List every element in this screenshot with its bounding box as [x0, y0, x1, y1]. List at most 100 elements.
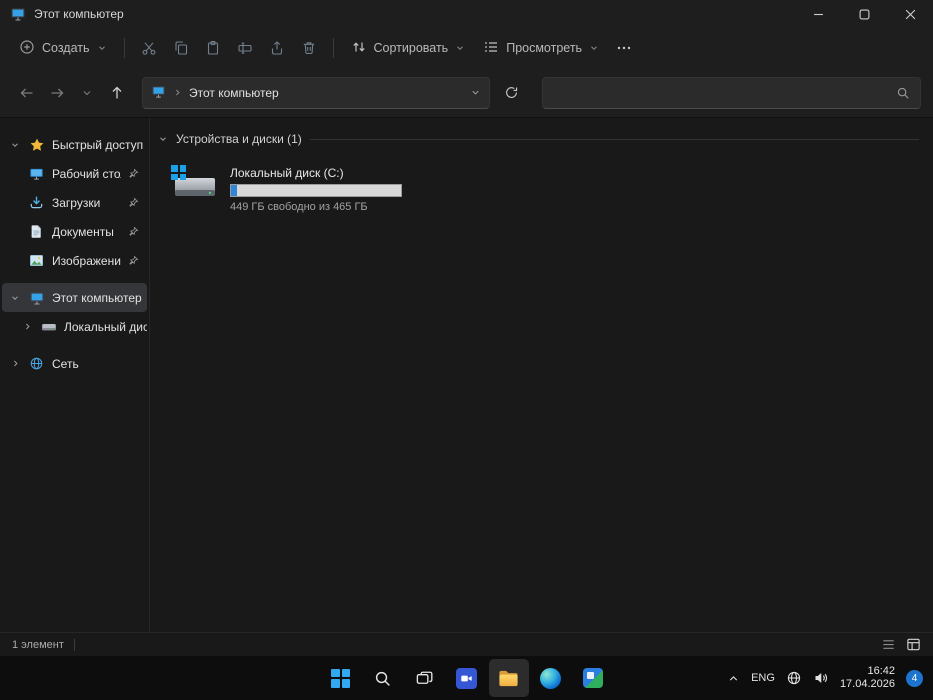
cut-button[interactable] [134, 33, 164, 63]
window-controls [795, 0, 933, 28]
sidebar-item-downloads[interactable]: Загрузки [2, 188, 147, 217]
search-input[interactable] [553, 86, 896, 100]
tray-date: 17.04.2026 [840, 678, 895, 691]
start-icon [331, 669, 350, 688]
paste-button[interactable] [198, 33, 228, 63]
status-separator [74, 639, 75, 651]
sidebar-item-documents[interactable]: Документы [2, 217, 147, 246]
forward-button[interactable] [42, 78, 72, 108]
taskbar-search-button[interactable] [363, 659, 403, 697]
sort-icon [351, 39, 367, 58]
new-button[interactable]: Создать [10, 32, 116, 65]
section-title: Устройства и диски (1) [176, 132, 302, 146]
maximize-button[interactable] [841, 0, 887, 28]
back-button[interactable] [12, 78, 42, 108]
sidebar-item-label: Быстрый доступ [52, 138, 143, 152]
sidebar-item-network[interactable]: Сеть [2, 349, 147, 378]
breadcrumb-this-pc[interactable]: Этот компьютер [189, 86, 279, 100]
chevron-down-icon [589, 43, 599, 53]
language-indicator[interactable]: ENG [751, 672, 775, 684]
chevron-down-icon[interactable] [8, 293, 22, 303]
taskbar: ENG 16:42 17.04.2026 4 [0, 656, 933, 700]
sidebar-item-this-pc[interactable]: Этот компьютер [2, 283, 147, 312]
chevron-right-icon[interactable] [20, 322, 34, 331]
sidebar-item-desktop[interactable]: Рабочий стол [2, 159, 147, 188]
sort-button[interactable]: Сортировать [342, 32, 475, 65]
sidebar-item-pictures[interactable]: Изображения [2, 246, 147, 275]
address-bar[interactable]: Этот компьютер [142, 77, 490, 109]
app-button[interactable] [573, 659, 613, 697]
sidebar-item-label: Документы [52, 225, 114, 239]
navigation-bar: Этот компьютер [0, 68, 933, 118]
this-pc-icon [10, 6, 26, 22]
chevron-down-icon[interactable] [158, 134, 168, 144]
refresh-button[interactable] [496, 78, 526, 108]
network-icon [29, 356, 45, 372]
status-bar: 1 элемент [0, 632, 933, 656]
sidebar-item-label: Этот компьютер [52, 291, 142, 305]
search-box[interactable] [542, 77, 921, 109]
documents-icon [29, 224, 45, 240]
pin-icon [128, 168, 139, 179]
notification-badge[interactable]: 4 [906, 670, 923, 687]
breadcrumb-chevron-icon[interactable] [173, 88, 182, 97]
pin-icon [128, 197, 139, 208]
task-view-button[interactable] [405, 659, 445, 697]
tray-chevron-up-icon[interactable] [727, 672, 740, 685]
view-button[interactable]: Просмотреть [474, 32, 608, 65]
drive-item-c[interactable]: Локальный диск (C:) 449 ГБ свободно из 4… [168, 162, 408, 217]
toolbar-separator [124, 38, 125, 58]
item-count: 1 элемент [12, 639, 64, 651]
section-header[interactable]: Устройства и диски (1) [158, 132, 919, 146]
window-title: Этот компьютер [34, 7, 124, 21]
tiles-view-icon[interactable] [906, 637, 921, 652]
drive-capacity-fill [231, 185, 237, 196]
clock[interactable]: 16:42 17.04.2026 [840, 665, 895, 691]
desktop-icon [29, 166, 45, 182]
chat-button[interactable] [447, 659, 487, 697]
start-button[interactable] [321, 659, 361, 697]
chevron-down-icon[interactable] [8, 140, 22, 150]
drive-capacity-bar [230, 184, 402, 197]
windows-logo-icon [171, 165, 186, 180]
sort-button-label: Сортировать [374, 41, 449, 55]
computer-icon [151, 84, 166, 102]
copy-button[interactable] [166, 33, 196, 63]
files-area: Устройства и диски (1) Локальный диск (C… [150, 118, 933, 632]
computer-icon [29, 290, 45, 306]
drive-icon [41, 319, 57, 335]
pin-icon [128, 226, 139, 237]
navigation-pane: Быстрый доступ Рабочий стол Загрузки Док… [0, 118, 150, 632]
globe-icon[interactable] [786, 670, 802, 686]
up-button[interactable] [102, 78, 132, 108]
drive-icon [172, 166, 218, 202]
sidebar-item-quick-access[interactable]: Быстрый доступ [2, 130, 147, 159]
edge-button[interactable] [531, 659, 571, 697]
share-button[interactable] [262, 33, 292, 63]
section-rule [310, 139, 919, 140]
speaker-icon[interactable] [813, 670, 829, 686]
search-icon[interactable] [896, 86, 910, 100]
sidebar-item-label: Рабочий стол [52, 167, 121, 181]
pin-icon [128, 255, 139, 266]
file-explorer-button[interactable] [489, 659, 529, 697]
sidebar-item-local-disk[interactable]: Локальный диск (C:) [2, 312, 147, 341]
address-dropdown-chevron-icon[interactable] [470, 87, 481, 98]
recent-locations-button[interactable] [72, 78, 102, 108]
chevron-right-icon[interactable] [8, 359, 22, 368]
title-bar[interactable]: Этот компьютер [0, 0, 933, 28]
command-bar: Создать Сортировать Просмотреть [0, 28, 933, 68]
rename-button[interactable] [230, 33, 260, 63]
sidebar-item-label: Сеть [52, 357, 79, 371]
sidebar-item-label: Изображения [52, 254, 121, 268]
explorer-body: Быстрый доступ Рабочий стол Загрузки Док… [0, 118, 933, 632]
close-button[interactable] [887, 0, 933, 28]
details-view-icon[interactable] [881, 637, 896, 652]
delete-button[interactable] [294, 33, 324, 63]
minimize-button[interactable] [795, 0, 841, 28]
new-button-label: Создать [42, 41, 90, 55]
chevron-down-icon [97, 43, 107, 53]
sidebar-item-label: Загрузки [52, 196, 100, 210]
desktop-screen: Этот компьютер Создать Сортировать Просм… [0, 0, 933, 700]
more-options-button[interactable] [609, 33, 639, 63]
